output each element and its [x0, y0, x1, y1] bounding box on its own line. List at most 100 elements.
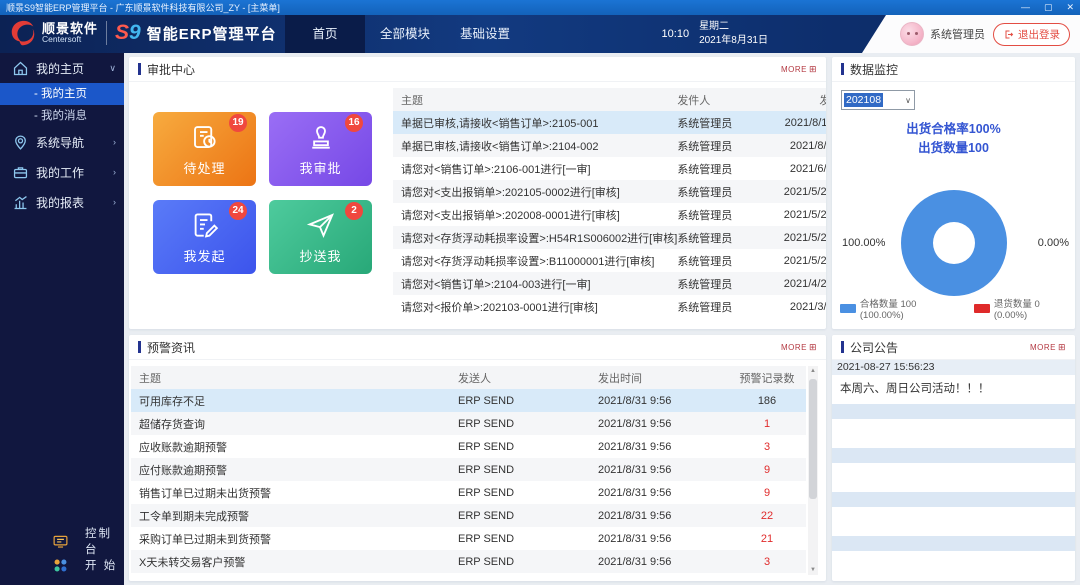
company-logo-icon	[8, 18, 38, 48]
list-item[interactable]	[832, 536, 1075, 580]
sidebar-item-label: 系统导航	[36, 134, 84, 151]
tile-my-approvals[interactable]: 16 我审批	[269, 112, 372, 186]
row-sender: 系统管理员	[677, 207, 769, 223]
more-label: MORE	[781, 65, 807, 74]
tab-basic-settings[interactable]: 基础设置	[445, 15, 525, 53]
row-time: 2021/8/31 9:56	[598, 533, 728, 545]
legend-swatch-blue	[840, 304, 856, 313]
alerts-table: 主题 发送人 发出时间 预警记录数 可用库存不足 ERP SEND 2021/8…	[131, 366, 818, 575]
table-row[interactable]: 超储存货查询 ERP SEND 2021/8/31 9:56 1	[131, 412, 806, 435]
row-sender: ERP SEND	[458, 510, 598, 522]
briefcase-icon	[12, 164, 29, 181]
row-sender: ERP SEND	[458, 418, 598, 430]
row-subject: X天未转交易客户预警	[131, 554, 458, 570]
start-button[interactable]: 开 始	[0, 553, 124, 577]
approval-center-header: 审批中心 MORE ⊞	[129, 57, 826, 82]
sidebar-footer: 控制台 开 始	[0, 529, 124, 577]
scroll-thumb[interactable]	[809, 379, 817, 499]
tile-initiated-by-me[interactable]: 24 我发起	[153, 200, 256, 274]
table-row[interactable]: 单据已审核,请接收<销售订单>:2105-001 系统管理员 2021/8/14…	[393, 111, 826, 134]
tile-cc-to-me[interactable]: 2 抄送我	[269, 200, 372, 274]
table-row[interactable]: 请您对<销售订单>:2106-001进行[一审] 系统管理员 2021/6/5 …	[393, 157, 826, 180]
period-select[interactable]: 202108 ∨	[841, 90, 915, 110]
row-sender: 系统管理员	[677, 115, 769, 131]
window-title: 顺景S9智能ERP管理平台 - 广东顺景软件科技有限公司_ZY - [主菜单]	[6, 1, 280, 14]
tab-all-modules[interactable]: 全部模块	[365, 15, 445, 53]
list-item[interactable]	[832, 492, 1075, 536]
table-row[interactable]: 应付账款逾期预警 ERP SEND 2021/8/31 9:56 9	[131, 458, 806, 481]
announcement-text	[832, 419, 1075, 448]
list-item[interactable]: 2021-08-27 15:56:23 本周六、周日公司活动！！！	[832, 360, 1075, 404]
chevron-right-icon: ›	[113, 197, 116, 207]
brand-name: 顺景软件	[42, 22, 98, 36]
row-subject: 采购订单已过期未到货预警	[131, 531, 458, 547]
row-time: 2021/5/22 17:41	[769, 186, 826, 198]
row-count: 186	[728, 395, 806, 407]
scroll-down-icon[interactable]: ▼	[810, 565, 816, 575]
logout-button[interactable]: 退出登录	[993, 23, 1070, 46]
data-monitor-body: 202108 ∨ 出货合格率100% 出货数量100 100.00% 0.00%	[832, 82, 1075, 329]
monitor-headline: 出货合格率100% 出货数量100	[832, 120, 1075, 159]
announcement-date	[832, 536, 1075, 551]
sidebar-subitem-my-messages[interactable]: - 我的消息	[0, 105, 124, 127]
minimize-icon[interactable]: —	[1021, 0, 1030, 15]
more-label: MORE	[1030, 343, 1056, 352]
s9-logo-s: S	[115, 21, 129, 44]
announcements-panel: 公司公告 MORE ⊞ 2021-08-27 15:56:23 本周六、周日公司…	[832, 335, 1075, 581]
headline-quantity: 出货数量100	[832, 139, 1075, 158]
table-row[interactable]: 请您对<支出报销单>:202008-0001进行[审核] 系统管理员 2021/…	[393, 203, 826, 226]
table-row[interactable]: 请您对<存货浮动耗损率设置>:B11000001进行[审核] 系统管理员 202…	[393, 249, 826, 272]
row-time: 2021/8/14 11:45	[769, 117, 826, 129]
close-icon[interactable]: ✕	[1066, 0, 1074, 15]
sidebar-item-system-nav[interactable]: 系统导航 ›	[0, 127, 124, 157]
alerts-scrollbar[interactable]: ▲ ▼	[808, 366, 818, 575]
approval-more-button[interactable]: MORE ⊞	[781, 64, 817, 75]
row-time: 2021/3/3 12:00	[769, 301, 826, 313]
table-row[interactable]: X天未转交易客户预警 ERP SEND 2021/8/31 9:56 3	[131, 550, 806, 573]
clipboard-clock-icon	[190, 122, 220, 152]
pending-count-badge: 19	[229, 114, 247, 132]
sidebar-subitem-my-home[interactable]: - 我的主页	[0, 83, 124, 105]
product-name: 智能ERP管理平台	[147, 23, 277, 44]
table-row[interactable]: 工令单到期未完成预警 ERP SEND 2021/8/31 9:56 22	[131, 504, 806, 527]
table-row[interactable]: 单据已审核,请接收<销售订单>:2104-002 系统管理员 2021/8/5 …	[393, 134, 826, 157]
table-row[interactable]: 销售订单已过期未出货预警 ERP SEND 2021/8/31 9:56 9	[131, 481, 806, 504]
sidebar-item-my-work[interactable]: 我的工作 ›	[0, 157, 124, 187]
start-icon	[52, 557, 69, 574]
table-row[interactable]: 请您对<销售订单>:2104-003进行[一审] 系统管理员 2021/4/23…	[393, 272, 826, 295]
alerts-panel: 预警资讯 MORE ⊞ 主题 发送人 发出时间 预警记录数 可用库存不足	[129, 335, 826, 581]
tab-home[interactable]: 首页	[285, 15, 365, 53]
tile-pending[interactable]: 19 待处理	[153, 112, 256, 186]
more-icon: ⊞	[809, 64, 817, 75]
table-row[interactable]: 请您对<存货浮动耗损率设置>:H54R1S006002进行[审核] 系统管理员 …	[393, 226, 826, 249]
alerts-more-button[interactable]: MORE ⊞	[781, 342, 817, 353]
table-row[interactable]: 采购订单已过期未到货预警 ERP SEND 2021/8/31 9:56 21	[131, 527, 806, 550]
col-sender: 发送人	[458, 370, 598, 386]
console-button[interactable]: 控制台	[0, 529, 124, 553]
table-row[interactable]: 应收账款逾期预警 ERP SEND 2021/8/31 9:56 3	[131, 435, 806, 458]
table-row[interactable]: 请您对<支出报销单>:202105-0002进行[审核] 系统管理员 2021/…	[393, 180, 826, 203]
document-edit-icon	[190, 210, 220, 240]
sidebar-item-my-home[interactable]: 我的主页 ∨	[0, 53, 124, 83]
col-time: 发出时间	[598, 370, 728, 386]
row-time: 2021/8/31 9:56	[598, 464, 728, 476]
col-time: 发出时间	[769, 92, 826, 108]
tile-label: 抄送我	[299, 246, 341, 265]
announcement-date	[832, 404, 1075, 419]
announcements-more-button[interactable]: MORE ⊞	[1030, 342, 1066, 353]
table-row[interactable]: 请您对<报价单>:202103-0001进行[审核] 系统管理员 2021/3/…	[393, 295, 826, 318]
row-subject: 请您对<销售订单>:2104-003进行[一审]	[393, 276, 677, 292]
maximize-icon[interactable]: ▢	[1044, 0, 1053, 15]
chevron-down-icon: ∨	[905, 96, 911, 105]
sidebar-item-my-reports[interactable]: 我的报表 ›	[0, 187, 124, 217]
avatar[interactable]	[900, 22, 924, 46]
scroll-up-icon[interactable]: ▲	[810, 366, 816, 376]
list-item[interactable]	[832, 404, 1075, 448]
row-sender: ERP SEND	[458, 533, 598, 545]
donut-ring	[901, 190, 1007, 296]
list-item[interactable]	[832, 448, 1075, 492]
approval-table: 主题 发件人 发出时间 单据已审核,请接收<销售订单>:2105-001 系统管…	[393, 88, 826, 321]
row-subject: 请您对<存货浮动耗损率设置>:H54R1S006002进行[审核]	[393, 230, 677, 246]
row-time: 2021/8/31 9:56	[598, 556, 728, 568]
table-row[interactable]: 可用库存不足 ERP SEND 2021/8/31 9:56 186	[131, 389, 806, 412]
